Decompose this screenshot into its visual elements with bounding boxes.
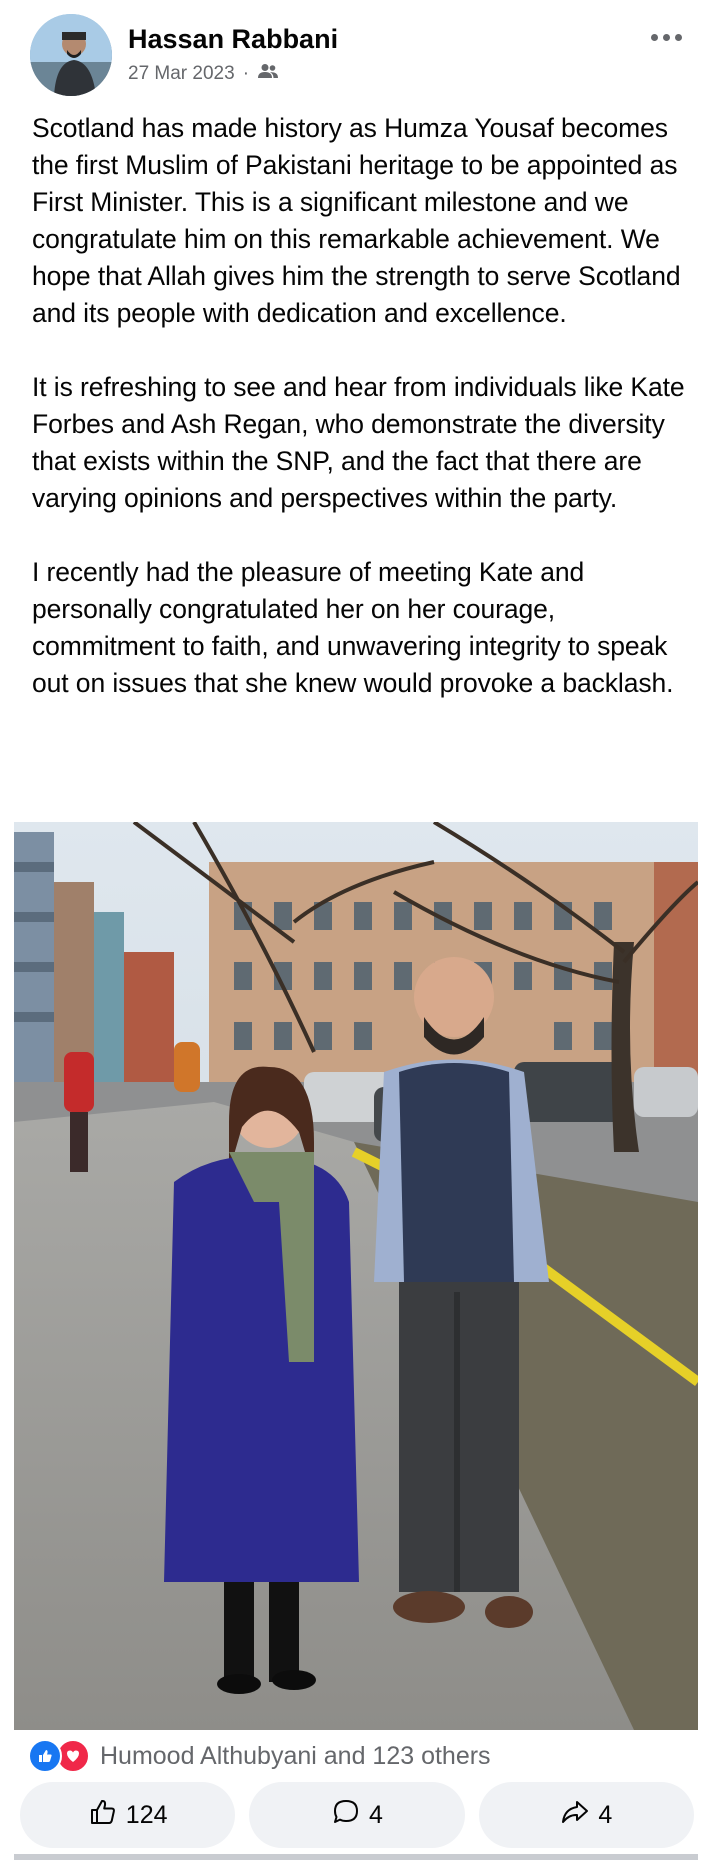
more-dot-icon bbox=[674, 33, 682, 41]
post-paragraph: Scotland has made history as Humza Yousa… bbox=[32, 113, 681, 328]
avatar-photo bbox=[30, 14, 112, 96]
share-arrow-icon bbox=[560, 1797, 590, 1834]
meta-separator: · bbox=[242, 63, 250, 84]
comment-count: 4 bbox=[369, 1800, 383, 1829]
more-dot-icon bbox=[662, 33, 670, 41]
post-photo[interactable] bbox=[14, 822, 698, 1730]
author-name[interactable]: Hassan Rabbani bbox=[128, 24, 338, 55]
post-header: Hassan Rabbani 27 Mar 2023 · bbox=[0, 0, 717, 100]
like-icon bbox=[28, 1739, 62, 1773]
more-options-button[interactable] bbox=[643, 22, 689, 52]
photo-illustration bbox=[14, 822, 698, 1730]
like-count: 124 bbox=[125, 1800, 168, 1829]
comment-button[interactable]: 4 bbox=[249, 1782, 465, 1848]
share-button[interactable]: 4 bbox=[478, 1782, 694, 1848]
post-paragraph: It is refreshing to see and hear from in… bbox=[32, 372, 685, 513]
post-body: Scotland has made history as Humza Yousa… bbox=[32, 110, 692, 739]
post-meta: 27 Mar 2023 · bbox=[128, 63, 279, 85]
like-button[interactable]: 124 bbox=[20, 1782, 236, 1848]
next-post-edge bbox=[14, 1854, 698, 1860]
post-actions: 124 4 4 bbox=[20, 1782, 694, 1848]
comment-bubble-icon bbox=[331, 1797, 361, 1834]
reaction-summary[interactable]: Humood Althubyani and 123 others bbox=[28, 1738, 491, 1774]
author-avatar[interactable] bbox=[30, 14, 112, 96]
post-paragraph: I recently had the pleasure of meeting K… bbox=[32, 557, 674, 698]
post-date[interactable]: 27 Mar 2023 bbox=[128, 63, 235, 85]
share-count: 4 bbox=[598, 1800, 613, 1829]
thumbs-up-icon bbox=[88, 1797, 118, 1834]
more-dot-icon bbox=[650, 33, 658, 41]
friends-icon bbox=[257, 63, 279, 85]
reaction-summary-text: Humood Althubyani and 123 others bbox=[100, 1741, 491, 1770]
